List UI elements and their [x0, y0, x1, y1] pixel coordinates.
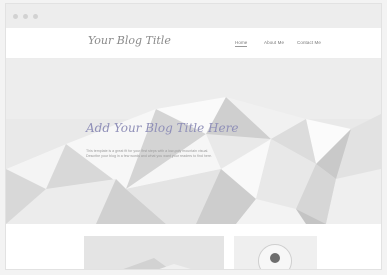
- post-image-card[interactable]: [84, 236, 224, 269]
- nav-contact-me[interactable]: Contact Me: [297, 40, 321, 45]
- nav-about-me[interactable]: About Me: [264, 40, 284, 45]
- mountain-background: [6, 59, 381, 224]
- profile-card[interactable]: [234, 236, 317, 269]
- hero-description: This template is a great fit for your fi…: [86, 149, 213, 158]
- hero-section: Add Your Blog Title Here This template i…: [6, 59, 381, 224]
- blog-title[interactable]: Your Blog Title: [88, 34, 171, 47]
- user-avatar-icon: [258, 244, 292, 269]
- browser-window: Your Blog Title Home About Me Contact Me: [6, 4, 381, 269]
- content-area: [6, 224, 381, 269]
- hero-heading: Add Your Blog Title Here: [86, 121, 239, 135]
- nav-home[interactable]: Home: [235, 40, 248, 47]
- site-navbar: Your Blog Title Home About Me Contact Me: [6, 28, 381, 59]
- window-titlebar: [6, 4, 381, 28]
- maximize-dot[interactable]: [33, 14, 38, 19]
- minimize-dot[interactable]: [23, 14, 28, 19]
- mountain-image-icon: [84, 236, 224, 269]
- close-dot[interactable]: [13, 14, 18, 19]
